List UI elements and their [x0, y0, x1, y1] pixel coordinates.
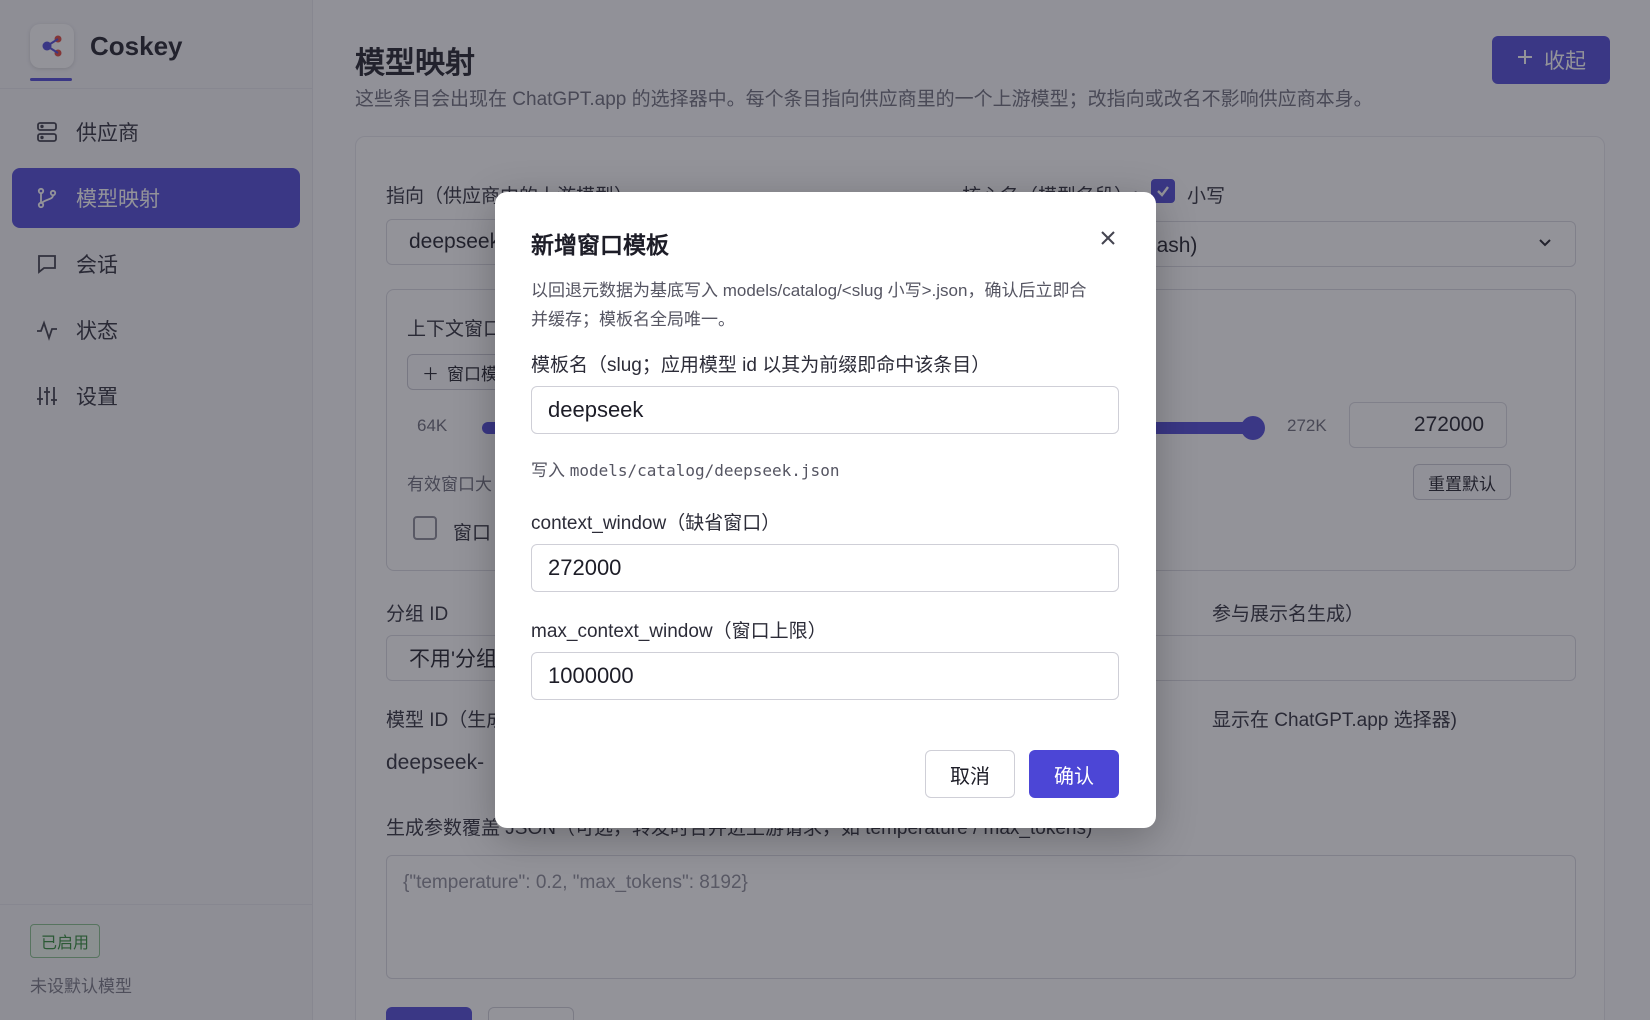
dialog-title: 新增窗口模板 [531, 232, 669, 258]
dialog-description: 以回退元数据为基底写入 models/catalog/<slug 小写>.jso… [531, 281, 1087, 329]
new-window-template-dialog: 新增窗口模板 以回退元数据为基底写入 models/catalog/<slug … [495, 192, 1156, 828]
slug-input[interactable]: deepseek [531, 386, 1119, 434]
max-context-window-input[interactable]: 1000000 [531, 652, 1119, 700]
slug-label: 模板名（slug；应用模型 id 以其为前缀即命中该条目） [531, 355, 991, 376]
max-context-window-label: max_context_window（窗口上限） [531, 621, 827, 642]
cancel-button[interactable]: 取消 [925, 750, 1015, 798]
context-window-input[interactable]: 272000 [531, 544, 1119, 592]
confirm-button[interactable]: 确认 [1029, 750, 1119, 798]
context-window-label: context_window（缺省窗口） [531, 513, 781, 534]
path-hint-path: models/catalog/deepseek.json [569, 461, 840, 480]
path-hint: 写入 models/catalog/deepseek.json [531, 456, 839, 481]
close-icon[interactable] [1096, 226, 1120, 250]
path-hint-prefix: 写入 [531, 461, 570, 480]
